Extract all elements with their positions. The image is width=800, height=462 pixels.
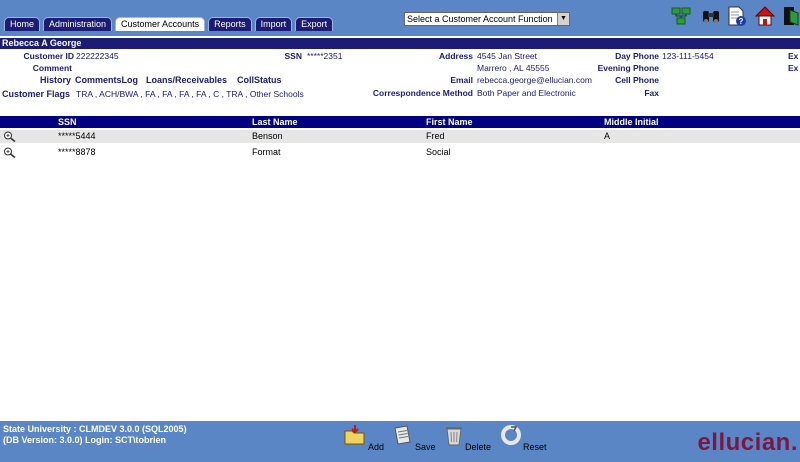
account-function-select-value: Select a Customer Account Function bbox=[407, 14, 553, 24]
customer-flags-link[interactable]: Customer Flags bbox=[2, 89, 70, 100]
email-value: rebecca.george@ellucian.com bbox=[477, 75, 592, 85]
history-link[interactable]: History bbox=[40, 75, 71, 86]
column-ssn: SSN bbox=[58, 117, 77, 127]
top-toolbar: Home Administration Customer Accounts Re… bbox=[0, 0, 800, 36]
address-line2: Marrero , AL 45555 bbox=[477, 63, 550, 73]
column-first-name: First Name bbox=[426, 117, 473, 127]
cell-last-name: Benson bbox=[252, 131, 283, 141]
fax-label: Fax bbox=[644, 88, 659, 98]
tab-import[interactable]: Import bbox=[254, 17, 293, 31]
save-label: Save bbox=[415, 442, 436, 452]
cell-ssn: *****5444 bbox=[58, 131, 96, 141]
save-icon bbox=[394, 425, 411, 445]
email-label: Email bbox=[450, 75, 473, 85]
cell-first-name: Social bbox=[426, 147, 451, 157]
account-function-select[interactable]: Select a Customer Account Function ▼ bbox=[404, 12, 570, 26]
save-button[interactable]: Save bbox=[392, 424, 436, 452]
correspondence-value: Both Paper and Electronic bbox=[477, 88, 576, 98]
cell-middle-initial: A bbox=[604, 131, 611, 141]
reset-label: Reset bbox=[523, 442, 547, 452]
customer-name-bar: Rebecca A George bbox=[0, 38, 800, 49]
address-label: Address bbox=[438, 51, 473, 61]
session-info-line2: (DB Version: 3.0.0) Login: SCT\tobrien bbox=[3, 435, 167, 445]
tab-export[interactable]: Export bbox=[295, 17, 334, 31]
svg-text:?: ? bbox=[739, 17, 744, 26]
network-icon[interactable] bbox=[670, 5, 692, 27]
ssn-value: *****2351 bbox=[307, 51, 343, 61]
results-table-header: SSN Last Name First Name Middle Initial bbox=[0, 116, 800, 128]
correspondence-label: Correspondence Method bbox=[372, 88, 473, 98]
trash-icon bbox=[446, 427, 462, 446]
loans-receivables-link[interactable]: Loans/Receivables bbox=[146, 75, 227, 86]
customer-flags-value: TRA , ACH/BWA , FA , FA , FA , FA , C , … bbox=[76, 89, 304, 99]
day-phone-label: Day Phone bbox=[615, 51, 659, 61]
tab-administration[interactable]: Administration bbox=[43, 17, 113, 31]
folder-add-icon bbox=[344, 425, 365, 445]
column-middle-initial: Middle Initial bbox=[604, 117, 659, 127]
chevron-down-icon[interactable]: ▼ bbox=[557, 13, 569, 25]
footer-bar: State University : CLMDEV 3.0.0 (SQL2005… bbox=[0, 421, 800, 462]
add-label: Add bbox=[368, 442, 385, 452]
main-tabs: Home Administration Customer Accounts Re… bbox=[4, 17, 336, 32]
address-line1: 4545 Jan Street bbox=[477, 51, 538, 61]
add-button[interactable]: Add bbox=[344, 424, 386, 452]
session-info-line1: State University : CLMDEV 3.0.0 (SQL2005… bbox=[3, 424, 187, 434]
customer-id-label: Customer ID bbox=[23, 51, 74, 61]
extension-label-2: Ex bbox=[788, 63, 799, 73]
tab-customer-accounts[interactable]: Customer Accounts bbox=[115, 17, 206, 31]
cell-ssn: *****8878 bbox=[58, 147, 96, 157]
session-info: State University : CLMDEV 3.0.0 (SQL2005… bbox=[3, 424, 187, 446]
tab-home[interactable]: Home bbox=[4, 17, 41, 31]
binoculars-icon[interactable] bbox=[700, 5, 722, 27]
column-last-name: Last Name bbox=[252, 117, 298, 127]
ssn-label: SSN bbox=[284, 51, 302, 61]
reset-icon bbox=[501, 425, 521, 445]
reset-button[interactable]: Reset bbox=[500, 424, 550, 452]
coll-status-link[interactable]: CollStatus bbox=[237, 75, 282, 86]
delete-button[interactable]: Delete bbox=[444, 424, 494, 452]
home-icon[interactable] bbox=[754, 5, 776, 27]
tab-reports[interactable]: Reports bbox=[208, 17, 252, 31]
help-document-icon[interactable]: ? bbox=[726, 5, 748, 27]
table-row[interactable]: *****5444 Benson Fred A bbox=[0, 130, 800, 143]
ellucian-logo: ellucian. bbox=[697, 429, 798, 456]
evening-phone-label: Evening Phone bbox=[597, 63, 659, 73]
magnifier-icon[interactable] bbox=[3, 147, 17, 158]
extension-label: Ex bbox=[788, 51, 799, 61]
cell-last-name: Format bbox=[252, 147, 281, 157]
comment-label: Comment bbox=[32, 63, 72, 73]
cell-first-name: Fred bbox=[426, 131, 445, 141]
exit-icon[interactable] bbox=[780, 5, 800, 27]
customer-id-value: 222222345 bbox=[76, 51, 119, 61]
table-row[interactable]: *****8878 Format Social bbox=[0, 146, 800, 159]
delete-label: Delete bbox=[465, 442, 492, 452]
comments-log-link[interactable]: CommentsLog bbox=[75, 75, 138, 86]
magnifier-icon[interactable] bbox=[3, 131, 17, 142]
cell-phone-label: Cell Phone bbox=[615, 75, 659, 85]
day-phone-value: 123-111-5454 bbox=[662, 51, 714, 61]
